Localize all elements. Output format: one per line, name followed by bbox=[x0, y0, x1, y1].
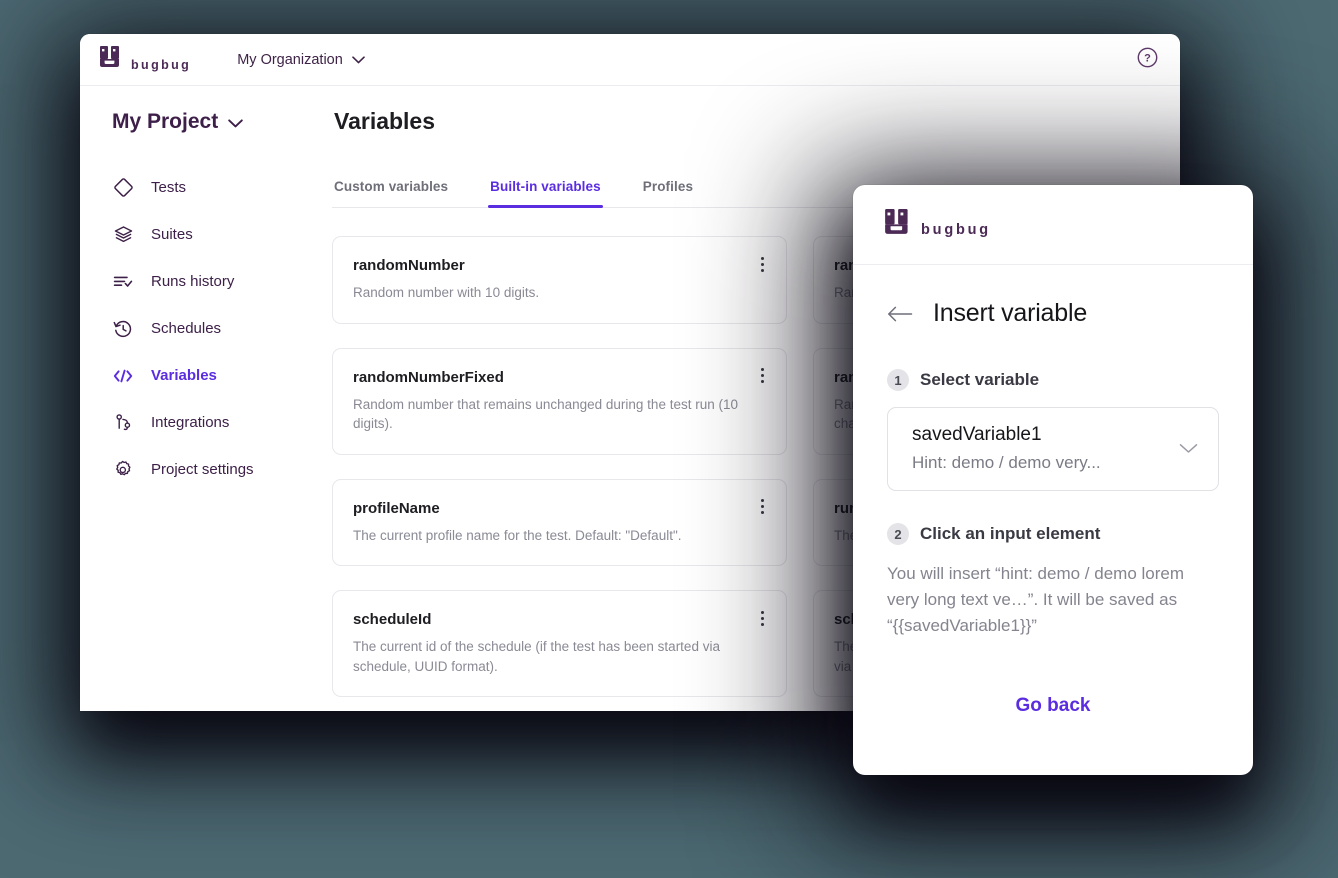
sidebar-item-label: Schedules bbox=[151, 320, 222, 337]
variable-card-title: scheduleId bbox=[353, 611, 432, 629]
diamond-icon bbox=[113, 178, 133, 198]
organization-label: My Organization bbox=[237, 51, 343, 68]
variable-card[interactable]: randomNumberFixed Random number that rem… bbox=[332, 347, 787, 455]
git-branch-icon bbox=[113, 413, 133, 433]
gear-icon bbox=[113, 460, 133, 480]
code-brackets-icon bbox=[113, 366, 133, 386]
tab-built-in-variables[interactable]: Built-in variables bbox=[488, 179, 603, 208]
sidebar-item-label: Tests bbox=[151, 179, 187, 196]
selected-variable-hint: Hint: demo / demo very... bbox=[912, 452, 1101, 472]
organization-selector[interactable]: My Organization bbox=[237, 52, 365, 68]
variable-card-title: profileName bbox=[353, 499, 440, 517]
project-label: My Project bbox=[112, 110, 219, 133]
chevron-down-icon bbox=[1178, 443, 1198, 454]
variable-select-dropdown[interactable]: savedVariable1 Hint: demo / demo very... bbox=[887, 407, 1219, 492]
clock-history-icon bbox=[113, 319, 133, 339]
variable-card-title: randomNumberFixed bbox=[353, 368, 504, 386]
sidebar-item-label: Variables bbox=[151, 367, 217, 384]
bugbug-logo: bugbug bbox=[885, 209, 991, 240]
variable-card-description: Random number with 10 digits. bbox=[353, 285, 540, 300]
sidebar-item-tests[interactable]: Tests bbox=[80, 164, 332, 211]
variable-card-title: randomNumber bbox=[353, 257, 465, 274]
bugbug-mark-icon bbox=[100, 46, 126, 73]
tab-custom-variables[interactable]: Custom variables bbox=[332, 179, 450, 207]
go-back-button[interactable]: Go back bbox=[887, 695, 1219, 717]
sidebar-item-label: Suites bbox=[151, 226, 193, 243]
bugbug-logo[interactable]: bugbug bbox=[100, 46, 191, 73]
screenshot-stage: bugbug My Organization ? My Project Test… bbox=[0, 0, 1338, 878]
step-2-number: 2 bbox=[887, 523, 909, 546]
step-2-description: You will insert “hint: demo / demo lorem… bbox=[887, 564, 1185, 635]
sidebar: My Project Tests Suites Runs history Sch… bbox=[80, 86, 332, 711]
sidebar-item-variables[interactable]: Variables bbox=[80, 352, 332, 399]
project-selector[interactable]: My Project bbox=[80, 110, 332, 134]
variable-card[interactable]: profileName The current profile name for… bbox=[332, 478, 787, 567]
bugbug-mark-icon bbox=[885, 209, 916, 240]
help-button[interactable]: ? bbox=[1136, 47, 1158, 73]
brand-wordmark: bugbug bbox=[921, 221, 991, 238]
step-2-header: 2 Click an input element bbox=[887, 523, 1219, 546]
step-1-header: 1 Select variable bbox=[887, 369, 1219, 391]
step-1-number: 1 bbox=[887, 369, 909, 391]
tab-profiles[interactable]: Profiles bbox=[641, 179, 695, 207]
sidebar-item-label: Runs history bbox=[151, 273, 235, 290]
chevron-down-icon bbox=[228, 110, 243, 134]
kebab-menu-icon[interactable] bbox=[754, 498, 770, 516]
svg-text:?: ? bbox=[1144, 52, 1151, 64]
sidebar-item-project-settings[interactable]: Project settings bbox=[80, 446, 332, 493]
layers-icon bbox=[113, 225, 133, 245]
step-1-label: Select variable bbox=[920, 370, 1040, 389]
arrow-left-icon[interactable] bbox=[887, 303, 913, 325]
step-2-label: Click an input element bbox=[920, 524, 1101, 544]
sidebar-item-schedules[interactable]: Schedules bbox=[80, 305, 332, 352]
kebab-menu-icon[interactable] bbox=[754, 609, 770, 627]
popup-header: bugbug bbox=[853, 185, 1253, 265]
variable-card[interactable]: randomNumber Random number with 10 digit… bbox=[332, 236, 787, 324]
popup-title: Insert variable bbox=[933, 299, 1088, 327]
page-title: Variables bbox=[334, 108, 436, 134]
insert-variable-popup: bugbug Insert variable 1 Select variable bbox=[853, 185, 1253, 775]
kebab-menu-icon[interactable] bbox=[754, 367, 770, 385]
variable-card-description: The current profile name for the test. D… bbox=[353, 527, 682, 543]
top-bar: bugbug My Organization ? bbox=[80, 34, 1180, 86]
sidebar-item-runs-history[interactable]: Runs history bbox=[80, 258, 332, 305]
sidebar-nav: Tests Suites Runs history Schedules Vari… bbox=[80, 164, 332, 493]
chevron-down-icon bbox=[351, 52, 365, 68]
kebab-menu-icon[interactable] bbox=[754, 255, 770, 273]
brand-wordmark: bugbug bbox=[131, 57, 192, 72]
variable-card-description: Random number that remains unchanged dur… bbox=[353, 396, 738, 432]
sidebar-item-integrations[interactable]: Integrations bbox=[80, 399, 332, 446]
variable-card[interactable]: scheduleId The current id of the schedul… bbox=[332, 590, 787, 698]
help-circle-icon: ? bbox=[1137, 47, 1158, 73]
list-check-icon bbox=[113, 272, 133, 292]
variable-card-description: The current id of the schedule (if the t… bbox=[353, 639, 720, 674]
popup-title-row: Insert variable bbox=[887, 299, 1219, 328]
selected-variable-name: savedVariable1 bbox=[912, 424, 1042, 445]
variable-select-text: savedVariable1 Hint: demo / demo very... bbox=[912, 424, 1178, 473]
popup-body: Insert variable 1 Select variable savedV… bbox=[853, 265, 1253, 717]
sidebar-item-label: Integrations bbox=[151, 414, 230, 431]
sidebar-item-suites[interactable]: Suites bbox=[80, 211, 332, 258]
sidebar-item-label: Project settings bbox=[151, 461, 254, 478]
